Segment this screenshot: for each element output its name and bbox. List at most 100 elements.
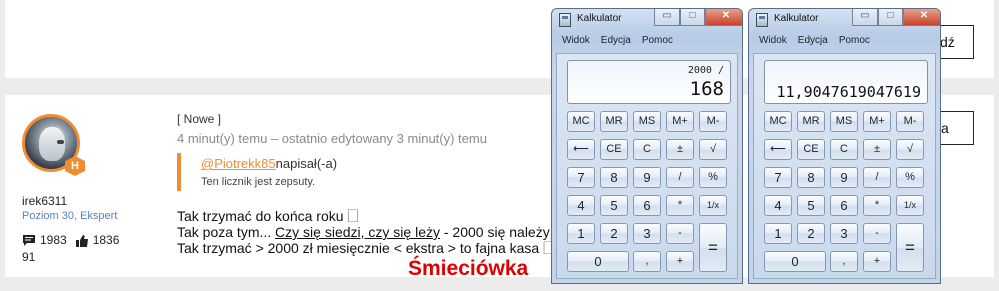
calculator-window-1[interactable]: Kalkulator ▭ □ ✕ Widok Edycja Pomoc 2000… bbox=[551, 8, 743, 284]
key-6[interactable]: 6 bbox=[830, 195, 858, 216]
menu-help[interactable]: Pomoc bbox=[839, 35, 870, 53]
minimize-button[interactable]: ▭ bbox=[654, 9, 680, 26]
key-mr[interactable]: MR bbox=[797, 111, 825, 132]
quote-text: Ten licznik jest zepsuty. bbox=[201, 176, 316, 188]
key-0[interactable]: 0 bbox=[764, 251, 826, 272]
maximize-button[interactable]: □ bbox=[680, 9, 705, 26]
key-4[interactable]: 4 bbox=[764, 195, 792, 216]
key-1[interactable]: 1 bbox=[764, 223, 792, 244]
display-value: 168 bbox=[689, 78, 724, 100]
overlay-caption: Śmieciówka bbox=[408, 257, 529, 280]
display-expression: 2000 / bbox=[687, 65, 724, 76]
quote-verb: napisał(-a) bbox=[275, 156, 338, 171]
key-m-minus[interactable]: M- bbox=[896, 111, 924, 132]
key-ms[interactable]: MS bbox=[830, 111, 858, 132]
key-equals[interactable]: = bbox=[699, 223, 727, 272]
key-decimal[interactable]: , bbox=[633, 251, 661, 272]
key-subtract[interactable]: - bbox=[666, 223, 694, 244]
key-divide[interactable]: / bbox=[666, 167, 694, 188]
post-line-2-link[interactable]: Czy się siedzi, czy się leży bbox=[275, 224, 440, 240]
calculator-display: 2000 / 168 bbox=[567, 60, 731, 104]
calculator-body: 2000 / 168 MC MR MS M+ M- ⟵ CE C ± √ 7 8 9/% 4 5 6 * 1/x 1… bbox=[556, 53, 738, 279]
user-rank: Poziom 30, Ekspert bbox=[22, 210, 118, 222]
key-reciprocal[interactable]: 1/x bbox=[699, 195, 727, 216]
title-bar[interactable]: Kalkulator ▭ □ ✕ bbox=[749, 9, 940, 31]
close-button[interactable]: ✕ bbox=[705, 9, 742, 26]
key-negate[interactable]: ± bbox=[863, 139, 891, 160]
key-divide[interactable]: / bbox=[863, 167, 891, 188]
quote-header: @Piotrekk85napisał(-a) bbox=[201, 153, 557, 171]
key-ms[interactable]: MS bbox=[633, 111, 661, 132]
key-sqrt[interactable]: √ bbox=[699, 139, 727, 160]
key-add[interactable]: + bbox=[666, 251, 694, 272]
window-title: Kalkulator bbox=[577, 13, 622, 24]
post-line-1: Tak trzymać do końca roku 🗌 bbox=[177, 208, 359, 224]
key-4[interactable]: 4 bbox=[567, 195, 595, 216]
key-sqrt[interactable]: √ bbox=[896, 139, 924, 160]
key-2[interactable]: 2 bbox=[600, 223, 628, 244]
minimize-button[interactable]: ▭ bbox=[852, 9, 878, 26]
key-mr[interactable]: MR bbox=[600, 111, 628, 132]
key-3[interactable]: 3 bbox=[830, 223, 858, 244]
key-reciprocal[interactable]: 1/x bbox=[896, 195, 924, 216]
key-backspace[interactable]: ⟵ bbox=[567, 139, 595, 160]
key-m-plus[interactable]: M+ bbox=[863, 111, 891, 132]
key-percent[interactable]: % bbox=[699, 167, 727, 188]
key-multiply[interactable]: * bbox=[666, 195, 694, 216]
posts-count: 1983 bbox=[40, 233, 67, 247]
solutions-count: 91 bbox=[22, 250, 36, 264]
maximize-button[interactable]: □ bbox=[878, 9, 903, 26]
display-value: 11,9047619047619 bbox=[776, 83, 922, 101]
menu-edit[interactable]: Edycja bbox=[798, 35, 828, 53]
key-9[interactable]: 9 bbox=[830, 167, 858, 188]
post-line-2-suffix: - 2000 się należy bbox=[443, 224, 550, 240]
key-add[interactable]: + bbox=[863, 251, 891, 272]
avatar-face bbox=[39, 127, 65, 161]
key-5[interactable]: 5 bbox=[600, 195, 628, 216]
key-mc[interactable]: MC bbox=[567, 111, 595, 132]
key-subtract[interactable]: - bbox=[863, 223, 891, 244]
menu-view[interactable]: Widok bbox=[759, 35, 787, 53]
calculator-display: 11,9047619047619 bbox=[764, 60, 928, 104]
menu-bar: Widok Edycja Pomoc bbox=[556, 35, 678, 53]
title-bar[interactable]: Kalkulator ▭ □ ✕ bbox=[552, 9, 742, 31]
calculator-app-icon bbox=[559, 13, 571, 27]
menu-help[interactable]: Pomoc bbox=[642, 35, 673, 53]
key-decimal[interactable]: , bbox=[830, 251, 858, 272]
key-7[interactable]: 7 bbox=[764, 167, 792, 188]
username[interactable]: irek6311 bbox=[22, 194, 67, 208]
close-button[interactable]: ✕ bbox=[903, 9, 940, 26]
key-c[interactable]: C bbox=[633, 139, 661, 160]
menu-view[interactable]: Widok bbox=[562, 35, 590, 53]
quote-block: @Piotrekk85napisał(-a) Ten licznik jest … bbox=[177, 153, 557, 191]
key-2[interactable]: 2 bbox=[797, 223, 825, 244]
key-m-minus[interactable]: M- bbox=[699, 111, 727, 132]
key-7[interactable]: 7 bbox=[567, 167, 595, 188]
post-timestamp: 4 minut(y) temu – ostatnio edytowany 3 m… bbox=[177, 131, 487, 146]
key-backspace[interactable]: ⟵ bbox=[764, 139, 792, 160]
key-mc[interactable]: MC bbox=[764, 111, 792, 132]
post-body: Tak trzymać do końca roku 🗌 Tak poza tym… bbox=[177, 208, 554, 256]
quote-author-link[interactable]: @Piotrekk85 bbox=[201, 156, 276, 171]
key-0[interactable]: 0 bbox=[567, 251, 629, 272]
key-m-plus[interactable]: M+ bbox=[666, 111, 694, 132]
key-ce[interactable]: CE bbox=[600, 139, 628, 160]
key-8[interactable]: 8 bbox=[600, 167, 628, 188]
key-3[interactable]: 3 bbox=[633, 223, 661, 244]
key-5[interactable]: 5 bbox=[797, 195, 825, 216]
key-negate[interactable]: ± bbox=[666, 139, 694, 160]
menu-bar: Widok Edycja Pomoc bbox=[753, 35, 875, 53]
key-1[interactable]: 1 bbox=[567, 223, 595, 244]
key-9[interactable]: 9 bbox=[633, 167, 661, 188]
message-icon bbox=[23, 234, 35, 246]
key-c[interactable]: C bbox=[830, 139, 858, 160]
key-8[interactable]: 8 bbox=[797, 167, 825, 188]
key-multiply[interactable]: * bbox=[863, 195, 891, 216]
post-line-3: Tak trzymać > 2000 zł miesięcznie < ekst… bbox=[177, 240, 555, 256]
calculator-window-2[interactable]: Kalkulator ▭ □ ✕ Widok Edycja Pomoc 11,9… bbox=[748, 8, 941, 284]
menu-edit[interactable]: Edycja bbox=[601, 35, 631, 53]
key-percent[interactable]: % bbox=[896, 167, 924, 188]
key-equals[interactable]: = bbox=[896, 223, 924, 272]
key-ce[interactable]: CE bbox=[797, 139, 825, 160]
key-6[interactable]: 6 bbox=[633, 195, 661, 216]
